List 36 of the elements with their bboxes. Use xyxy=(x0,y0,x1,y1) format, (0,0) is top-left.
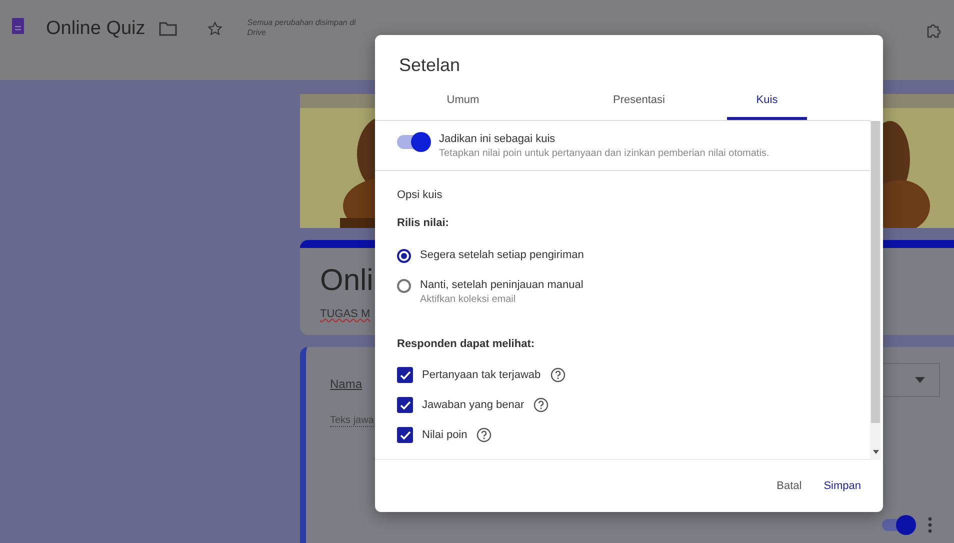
folder-icon[interactable] xyxy=(159,22,178,36)
scroll-down-icon[interactable] xyxy=(872,450,878,454)
dialog-title: Setelan xyxy=(398,54,462,77)
checkbox[interactable] xyxy=(397,367,413,383)
radio-button[interactable] xyxy=(397,279,411,293)
star-icon[interactable] xyxy=(207,21,224,37)
radio-hint: Aktifkan koleksi email xyxy=(420,293,517,306)
save-button[interactable]: Simpan xyxy=(816,474,869,498)
cancel-button[interactable]: Batal xyxy=(768,474,810,498)
quiz-switch-description: Tetapkan nilai poin untuk pertanyaan dan izinkan pemberian nilai otomatis. xyxy=(439,147,770,160)
radio-button[interactable] xyxy=(397,249,411,263)
save-status: Semua perubahan disimpan di Drive xyxy=(247,18,357,38)
checkbox-label: Jawaban yang benar xyxy=(422,399,524,411)
help-icon[interactable] xyxy=(476,427,492,443)
puzzle-icon[interactable] xyxy=(926,22,942,38)
help-icon[interactable] xyxy=(550,367,566,383)
checkbox[interactable] xyxy=(397,427,413,443)
checkbox-label: Nilai poin xyxy=(422,429,468,441)
quiz-switch[interactable] xyxy=(397,135,429,149)
release-heading: Rilis nilai: xyxy=(396,216,450,229)
help-icon[interactable] xyxy=(533,397,550,413)
visibility-heading: Responden dapat melihat: xyxy=(396,337,536,350)
quiz-switch-label: Jadikan ini sebagai kuis xyxy=(439,133,556,145)
radio-label: Segera setelah setiap pengiriman xyxy=(420,249,584,261)
checkbox[interactable] xyxy=(397,397,413,413)
scrollbar[interactable] xyxy=(870,121,881,460)
form-icon[interactable] xyxy=(12,18,24,34)
radio-label: Nanti, setelah peninjauan manual xyxy=(420,279,584,291)
settings-tab[interactable]: Kuis xyxy=(727,85,807,120)
settings-tab[interactable]: Umum xyxy=(375,85,551,120)
caret-icon xyxy=(915,377,925,383)
section-title: Opsi kuis xyxy=(396,188,444,201)
checkbox-label: Pertanyaan tak terjawab xyxy=(422,369,541,381)
more-icon[interactable] xyxy=(928,517,932,533)
settings-tab[interactable]: Presentasi xyxy=(551,85,727,120)
document-title[interactable]: Online Quiz xyxy=(46,18,146,40)
